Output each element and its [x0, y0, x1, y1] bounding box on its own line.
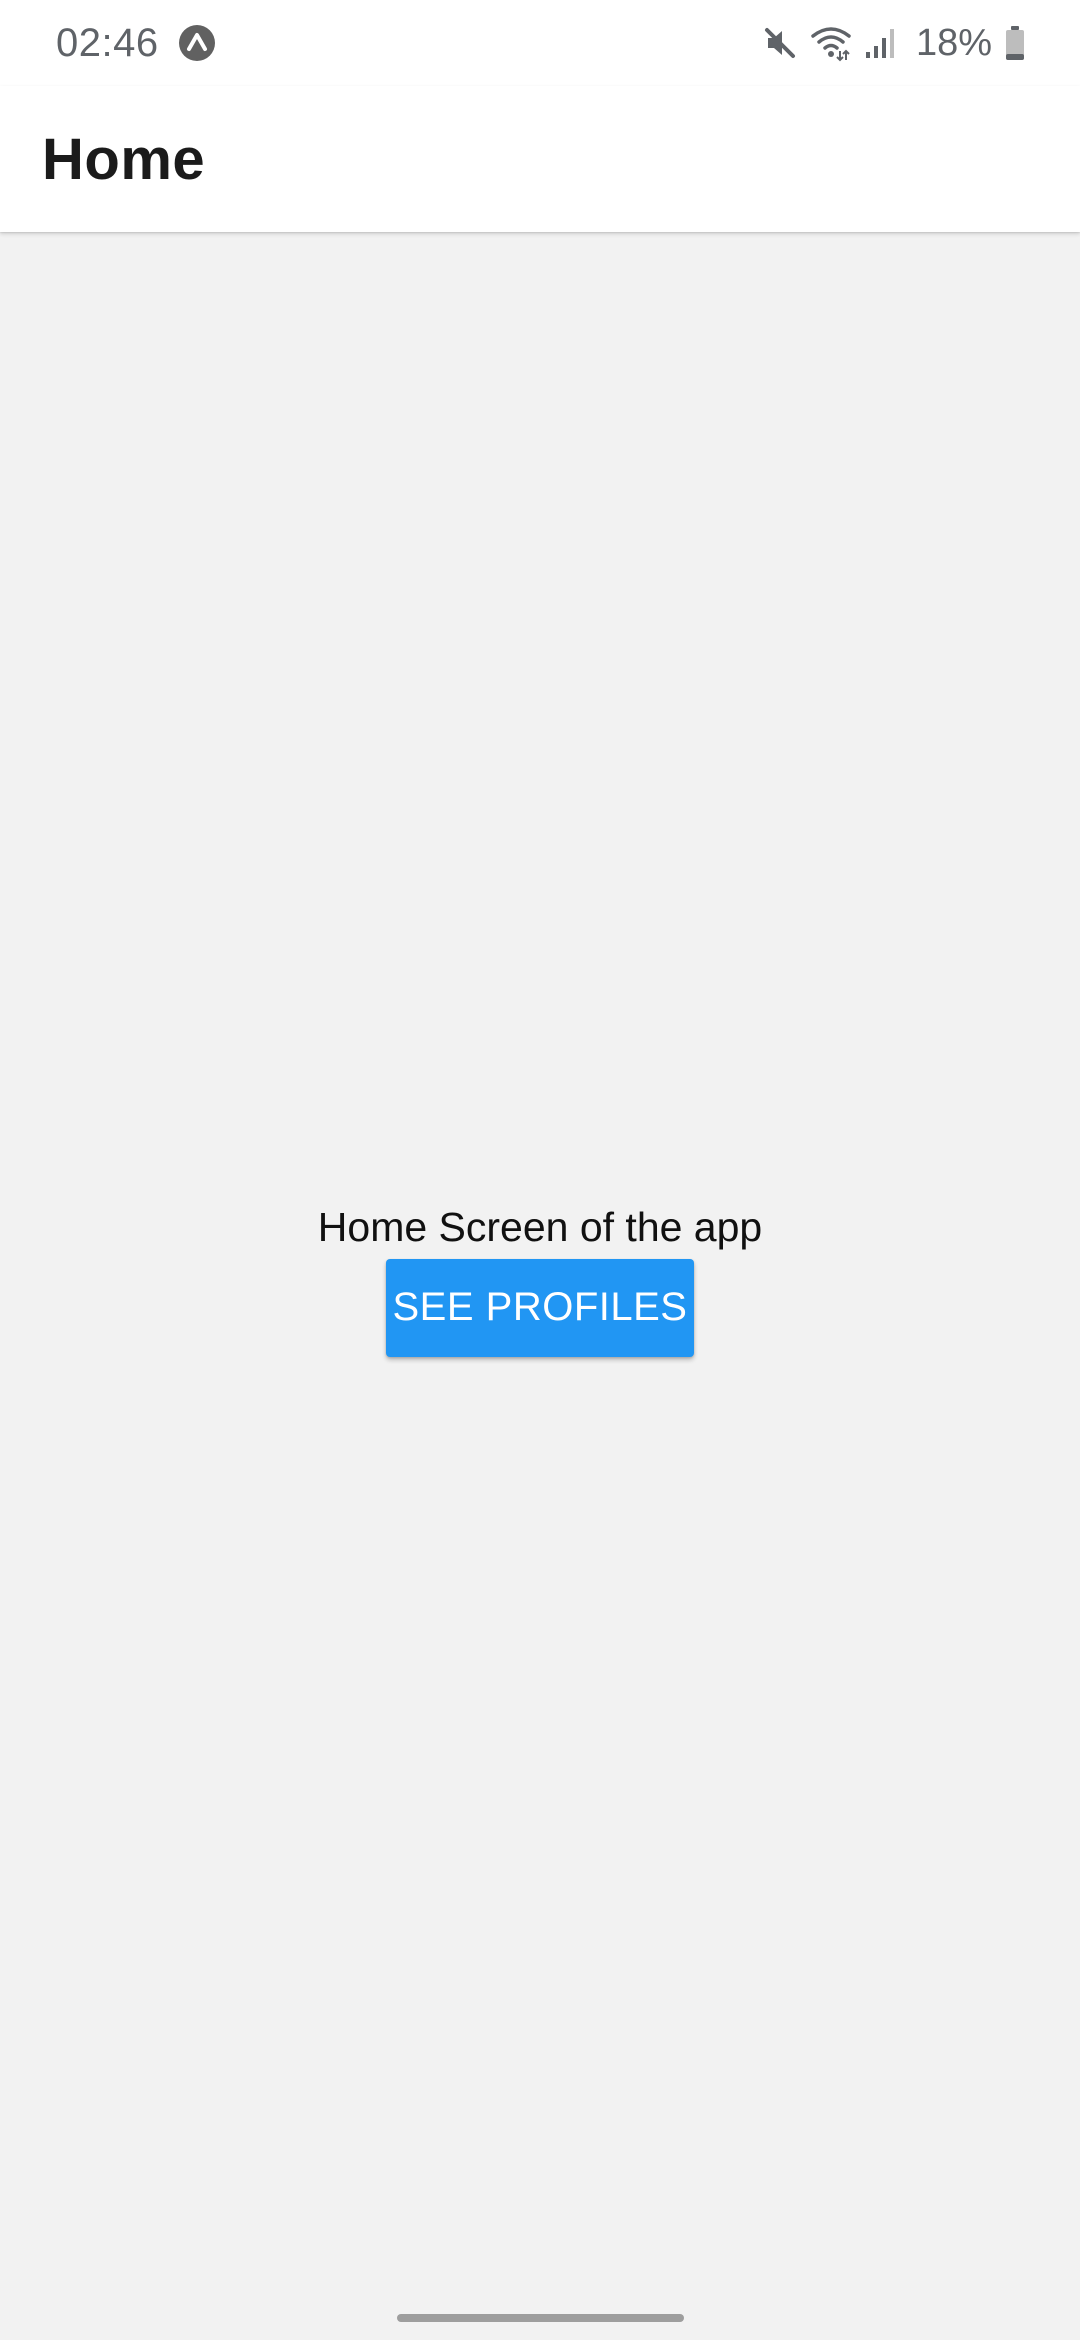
status-bar: 02:46 18% — [0, 0, 1080, 86]
status-time: 02:46 — [56, 20, 159, 65]
status-right: 18% — [762, 22, 1026, 65]
app-notification-icon — [178, 25, 215, 61]
battery-icon — [1006, 26, 1024, 60]
mute-icon — [764, 28, 795, 58]
battery-percent: 18% — [915, 21, 992, 64]
signal-icon — [865, 29, 894, 58]
main-content: Home Screen of the app SEE PROFILES — [0, 232, 1080, 2340]
screen: 02:46 18% Home Home Screen of the app SE… — [0, 0, 1080, 2340]
home-screen-text: Home Screen of the app — [317, 1203, 763, 1250]
see-profiles-button[interactable]: SEE PROFILES — [386, 1258, 694, 1357]
page-title: Home — [42, 126, 206, 192]
wifi-icon — [811, 27, 851, 62]
gesture-nav-handle[interactable] — [397, 2314, 684, 2322]
status-left: 02:46 — [56, 21, 217, 66]
app-bar: Home — [0, 86, 1080, 232]
